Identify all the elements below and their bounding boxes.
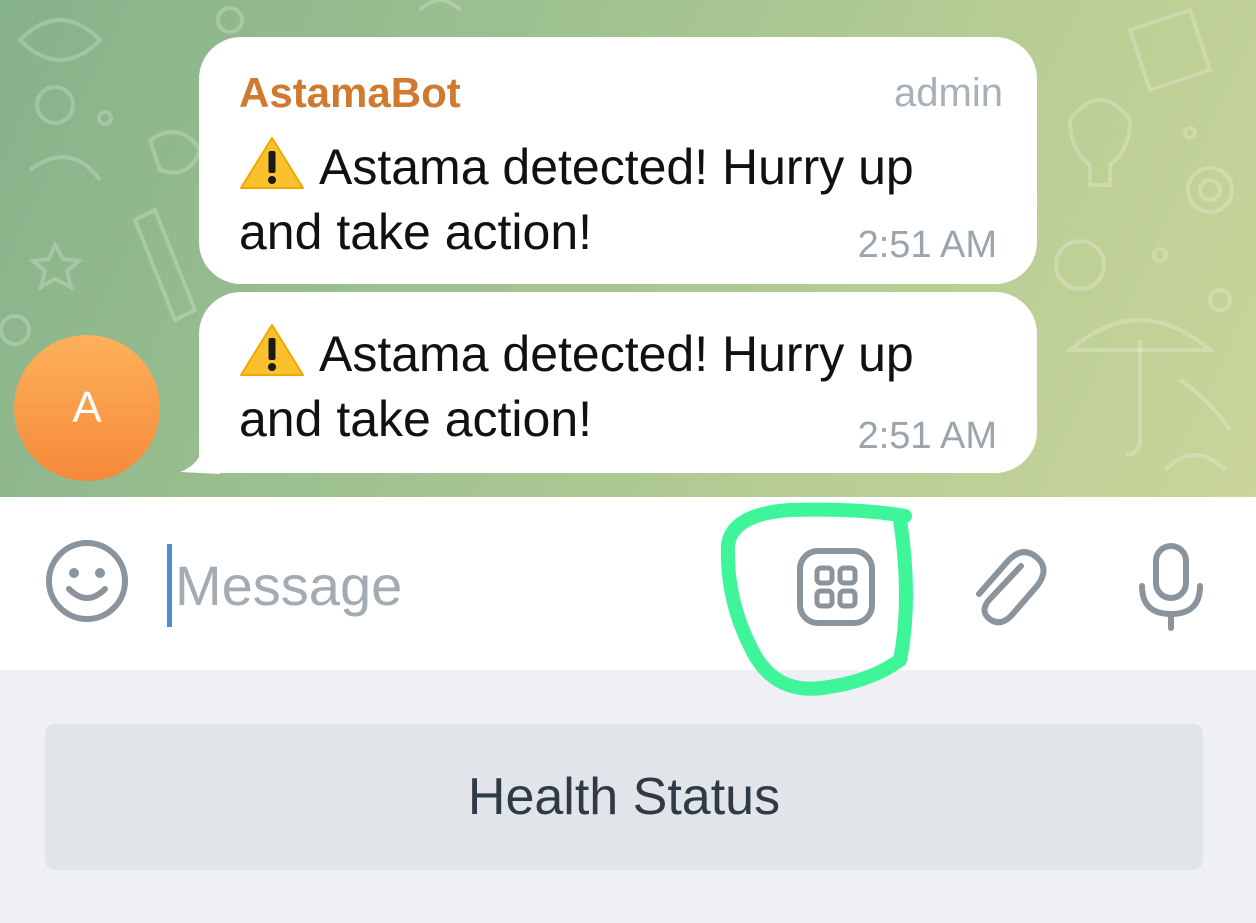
message-bubble[interactable]: AstamaBot admin Astama detected! Hurry u… — [199, 37, 1037, 284]
bot-keyboard: Health Status — [0, 670, 1256, 923]
message-body: Astama detected! Hurry up and take actio… — [239, 326, 914, 447]
warning-icon — [240, 324, 304, 376]
message-input[interactable] — [175, 545, 695, 625]
message-bubble[interactable]: Astama detected! Hurry up and take actio… — [199, 292, 1037, 473]
microphone-icon[interactable] — [1134, 542, 1208, 632]
text-cursor — [167, 544, 172, 627]
bubble-tail — [180, 440, 220, 474]
avatar[interactable]: A — [14, 335, 160, 481]
message-body: Astama detected! Hurry up and take actio… — [239, 139, 914, 260]
admin-badge: admin — [894, 71, 1003, 115]
message-time: 2:51 AM — [857, 224, 997, 266]
warning-icon — [240, 137, 304, 189]
message-time: 2:51 AM — [857, 415, 997, 457]
avatar-letter: A — [72, 383, 102, 432]
chat-area: AstamaBot admin Astama detected! Hurry u… — [0, 0, 1256, 497]
attach-icon[interactable] — [963, 544, 1049, 630]
health-status-button[interactable]: Health Status — [45, 724, 1203, 870]
sender-name[interactable]: AstamaBot — [239, 69, 461, 117]
bot-keyboard-icon[interactable] — [796, 547, 876, 627]
message-composer — [0, 497, 1256, 670]
emoji-icon[interactable] — [45, 539, 129, 623]
